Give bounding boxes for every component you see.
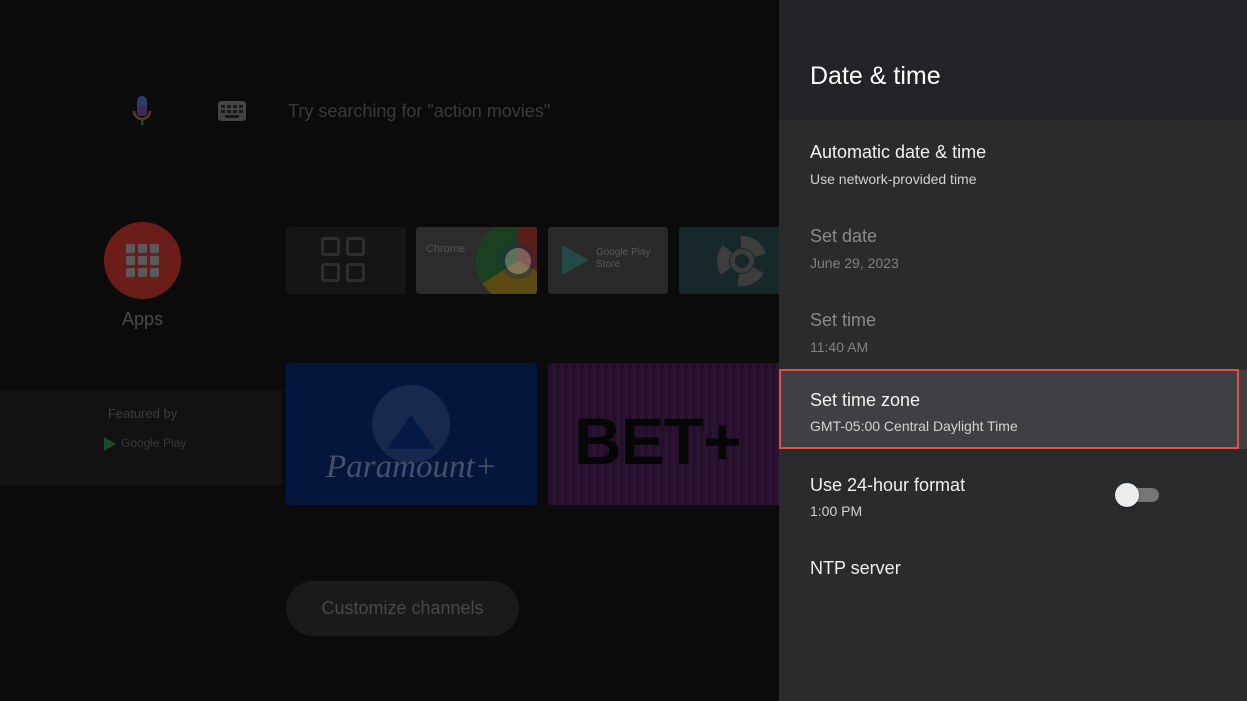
chrome-logo-icon — [476, 227, 537, 294]
item-subtitle: 11:40 AM — [810, 339, 869, 355]
item-title: Automatic date & time — [810, 142, 987, 162]
grid-square-icon — [321, 263, 340, 282]
grid-square-icon — [346, 263, 365, 282]
use-24-hour-format-item[interactable]: Use 24-hour format 1:00 PM — [779, 460, 1247, 539]
customize-channels-button: Customize channels — [286, 581, 519, 636]
microphone-icon — [132, 96, 152, 125]
app-tile-play-store: Google Play Store — [548, 227, 668, 294]
paramount-wordmark: Paramount+ — [326, 449, 497, 485]
apps-grid-icon — [126, 244, 159, 277]
app-tile-paramount-plus: Paramount+ — [286, 363, 537, 505]
play-triangle-icon — [104, 436, 116, 451]
google-play-label: Google Play — [121, 436, 187, 450]
item-subtitle: Use network-provided time — [810, 171, 977, 187]
item-title: Set date — [810, 226, 878, 246]
item-title: Set time zone — [810, 390, 921, 410]
ntp-server-item[interactable]: NTP server — [779, 545, 1247, 624]
item-title: NTP server — [810, 558, 901, 578]
set-date-item[interactable]: Set date June 29, 2023 — [779, 209, 1247, 288]
apps-button — [104, 222, 181, 299]
search-hint: Try searching for "action movies" — [288, 101, 551, 121]
24-hour-format-toggle[interactable] — [1115, 483, 1159, 507]
app-tile-bet-plus: BET+ — [548, 363, 790, 505]
google-play-logo: Google Play — [104, 436, 186, 451]
grid-square-icon — [346, 237, 365, 256]
panel-title: Date & time — [810, 62, 941, 90]
item-subtitle: June 29, 2023 — [810, 255, 899, 271]
keyboard-icon — [218, 101, 246, 121]
grid-square-icon — [321, 237, 340, 256]
toggle-thumb — [1115, 483, 1139, 507]
app-tile-settings — [679, 227, 789, 294]
set-time-zone-item[interactable]: Set time zone GMT-05:00 Central Daylight… — [779, 370, 1247, 449]
item-subtitle: GMT-05:00 Central Daylight Time — [810, 418, 1018, 434]
apps-label: Apps — [121, 309, 164, 329]
item-subtitle: 1:00 PM — [810, 503, 863, 519]
play-store-label: Google Play Store — [596, 247, 651, 270]
set-time-item[interactable]: Set time 11:40 AM — [779, 293, 1247, 372]
date-time-settings-panel: Date & time Automatic date & time Use ne… — [779, 0, 1247, 701]
item-title: Use 24-hour format — [810, 475, 966, 495]
play-store-icon — [562, 245, 589, 275]
item-title: Set time — [810, 310, 877, 330]
app-tile-all-apps — [286, 227, 406, 294]
automatic-date-time-item[interactable]: Automatic date & time Use network-provid… — [779, 125, 1247, 204]
bet-plus-wordmark: BET+ — [574, 404, 742, 478]
chrome-label: Chrome — [426, 243, 466, 255]
app-tile-chrome: Chrome — [416, 227, 537, 294]
panel-header: Date & time — [779, 0, 1247, 120]
featured-by-label: Featured by — [107, 406, 178, 421]
